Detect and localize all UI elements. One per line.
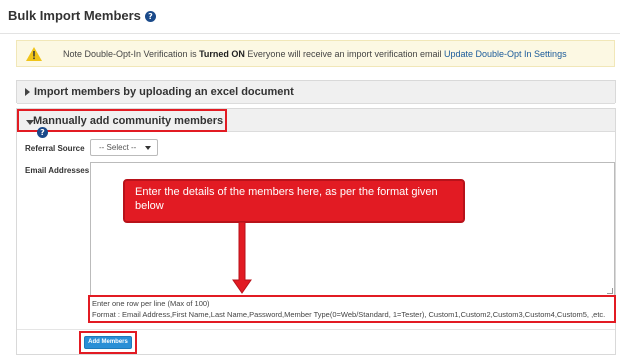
manual-add-heading-text: Mannually add community members? [33, 115, 225, 139]
manual-add-heading[interactable]: Mannually add community members? [17, 109, 227, 138]
format-max-rows: Enter one row per line (Max of 100) [92, 299, 210, 308]
divider [17, 329, 615, 330]
alert-prefix: Note Double-Opt-In Verification is [63, 49, 200, 59]
alert-text: Note Double-Opt-In Verification is Turne… [63, 49, 567, 59]
page-title: Bulk Import Members? [8, 8, 156, 23]
format-fields: Format : Email Address,First Name,Last N… [92, 310, 606, 319]
resize-grip[interactable] [607, 288, 613, 294]
excel-import-heading[interactable]: Import members by uploading an excel doc… [17, 81, 615, 104]
page-header: Bulk Import Members? [0, 0, 620, 34]
excel-import-heading-text: Import members by uploading an excel doc… [34, 86, 294, 98]
update-double-opt-in-link[interactable]: Update Double-Opt In Settings [444, 49, 567, 59]
instruction-callout: Enter the details of the members here, a… [123, 179, 465, 223]
help-icon[interactable]: ? [37, 127, 48, 138]
format-instructions: Enter one row per line (Max of 100) Form… [88, 295, 616, 323]
manual-add-panel: Mannually add community members? Referra… [16, 108, 616, 355]
double-opt-in-alert: Note Double-Opt-In Verification is Turne… [16, 40, 615, 67]
add-members-highlight: Add Members [79, 331, 137, 354]
chevron-down-icon [145, 146, 151, 150]
alert-middle: Everyone will receive an import verifica… [244, 49, 444, 59]
manual-add-heading-label: Mannually add community members [33, 115, 224, 127]
callout-text: Enter the details of the members here, a… [135, 186, 438, 212]
add-members-button[interactable]: Add Members [84, 336, 132, 349]
referral-source-label: Referral Source [25, 144, 85, 153]
email-addresses-label: Email Addresses [25, 166, 90, 175]
excel-import-panel: Import members by uploading an excel doc… [16, 80, 616, 104]
referral-source-select[interactable]: -- Select -- [90, 139, 158, 156]
warning-icon [26, 47, 42, 61]
alert-status: Turned ON [199, 49, 245, 59]
help-icon[interactable]: ? [144, 11, 156, 22]
page-title-text: Bulk Import Members [8, 8, 141, 23]
caret-right-icon [25, 88, 30, 96]
referral-source-value: -- Select -- [99, 143, 137, 152]
